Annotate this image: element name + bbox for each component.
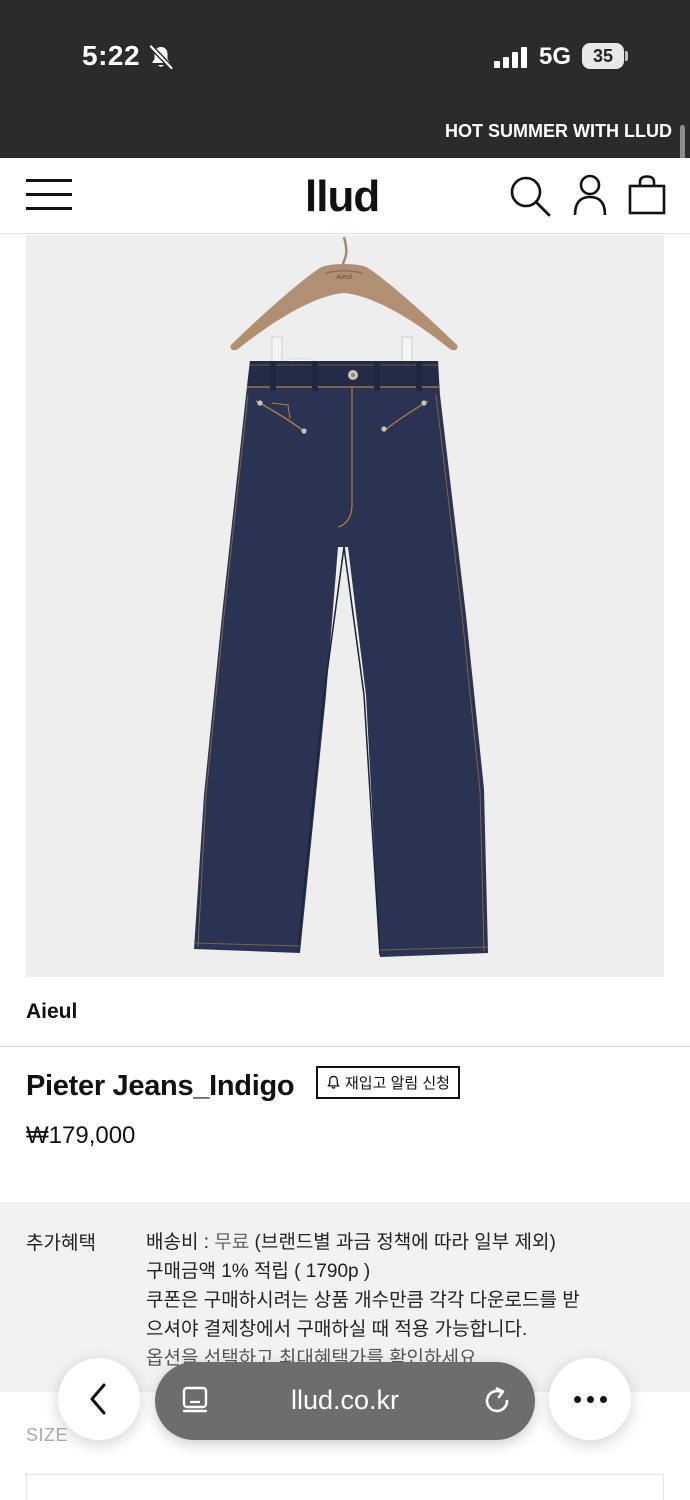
- restock-alert-button[interactable]: 재입고 알림 신청: [316, 1066, 460, 1099]
- benefits-label: 추가혜택: [26, 1233, 96, 1254]
- shipping-prefix: 배송비 :: [146, 1232, 215, 1253]
- status-bar: 5:22 5G 35: [0, 0, 690, 108]
- coupon-line-2: 으셔야 결제창에서 구매하실 때 적용 가능합니다.: [146, 1319, 528, 1340]
- promo-marquee[interactable]: HOT SUMMER WITH LLUD: [0, 108, 690, 158]
- site-logo[interactable]: llud: [305, 172, 380, 222]
- url-text: llud.co.kr: [290, 1385, 400, 1415]
- product-price: ₩179,000: [26, 1122, 136, 1149]
- account-icon[interactable]: [572, 174, 608, 216]
- status-time: 5:22: [82, 40, 141, 71]
- shipping-line: 배송비 : 무료 (브랜드별 과금 정책에 따라 일부 제외): [146, 1228, 666, 1257]
- size-label: SIZE: [26, 1425, 69, 1445]
- menu-icon[interactable]: [26, 176, 72, 212]
- browser-back-button[interactable]: [58, 1358, 140, 1440]
- bell-icon: [327, 1075, 340, 1089]
- more-icon[interactable]: [549, 1358, 631, 1440]
- restock-alert-label: 재입고 알림 신청: [345, 1075, 450, 1092]
- battery-level: 35: [582, 43, 624, 69]
- battery-icon: 35: [582, 43, 628, 69]
- svg-text:Aieul: Aieul: [336, 274, 352, 281]
- reload-icon[interactable]: [482, 1386, 512, 1416]
- divider: [0, 1046, 690, 1047]
- network-label: 5G: [539, 43, 572, 70]
- brand-name[interactable]: Aieul: [26, 1000, 77, 1024]
- bag-icon[interactable]: [628, 175, 666, 215]
- shipping-value: 무료: [214, 1232, 250, 1253]
- coupon-line-1: 쿠폰은 구매하시려는 상품 개수만큼 각각 다운로드를 받: [146, 1290, 580, 1311]
- signal-icon: [494, 47, 527, 68]
- size-select[interactable]: [26, 1474, 664, 1500]
- product-title: Pieter Jeans_Indigo: [26, 1070, 295, 1102]
- product-photo-indigo-jeans: Aieul: [193, 236, 489, 957]
- search-icon[interactable]: [509, 175, 551, 217]
- product-image[interactable]: Aieul: [26, 235, 664, 977]
- benefits-body: 배송비 : 무료 (브랜드별 과금 정책에 따라 일부 제외) 구매금액 1% …: [146, 1228, 666, 1373]
- bell-muted-icon: [149, 44, 174, 70]
- chevron-left-icon: [90, 1383, 106, 1415]
- site-header: llud: [0, 158, 690, 234]
- promo-marquee-text: HOT SUMMER WITH LLUD: [445, 121, 672, 141]
- points-line: 구매금액 1% 적립 ( 1790p ): [146, 1261, 371, 1282]
- address-bar[interactable]: llud.co.kr: [155, 1362, 535, 1440]
- shipping-note: (브랜드별 과금 정책에 따라 일부 제외): [249, 1232, 556, 1253]
